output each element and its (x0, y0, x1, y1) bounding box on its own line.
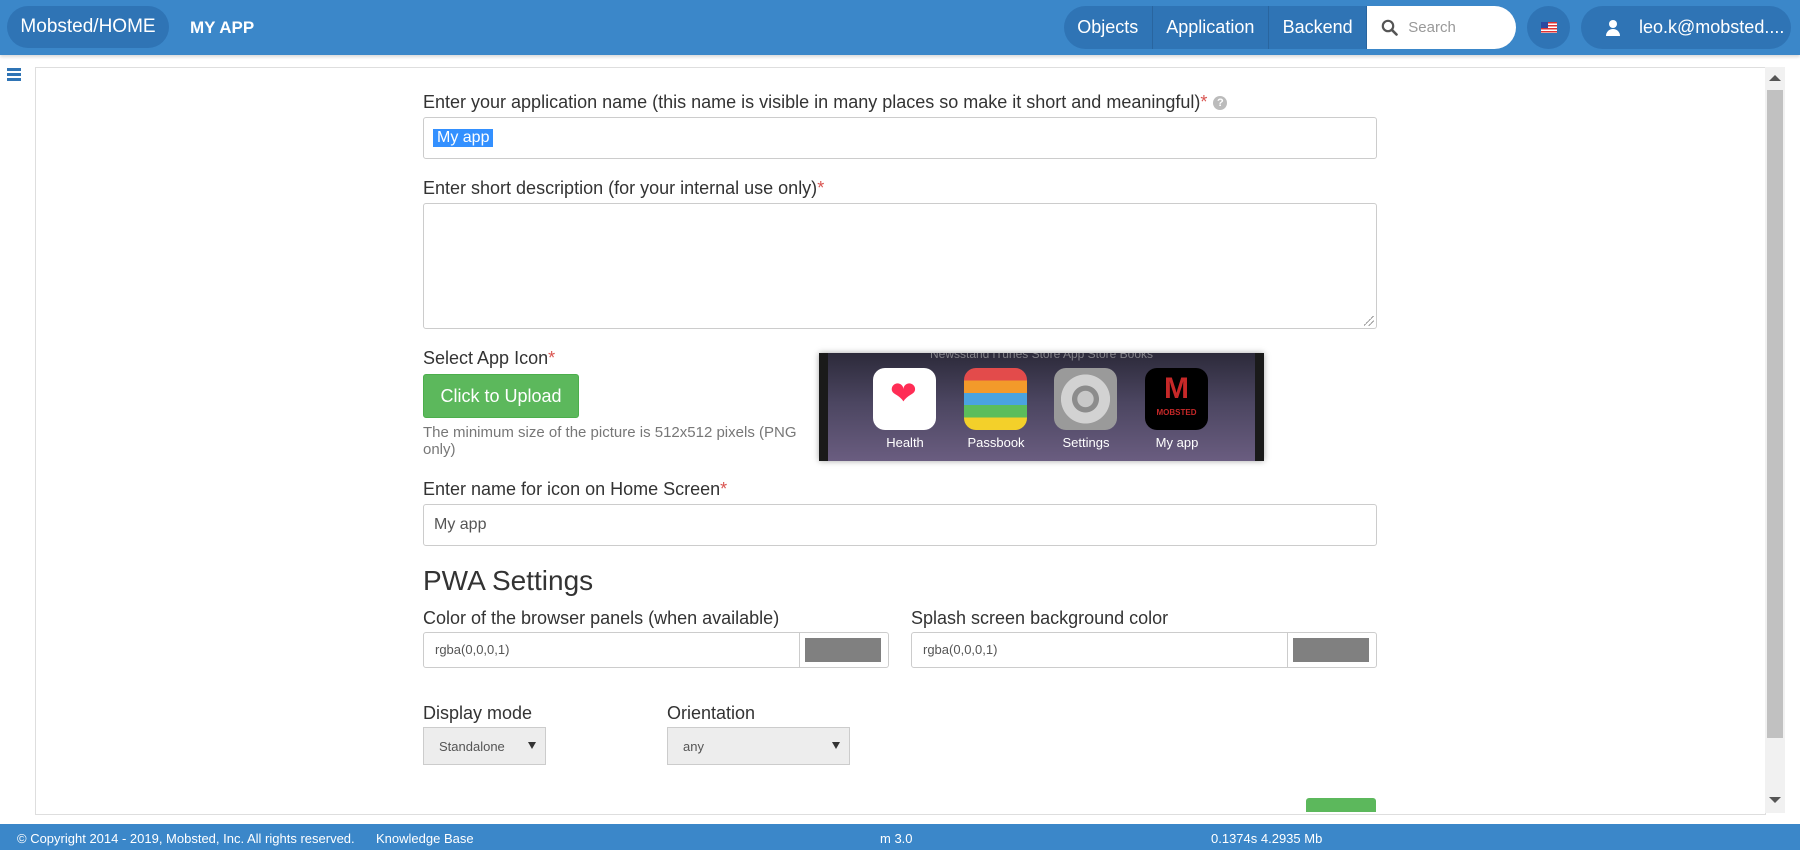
save-button[interactable] (1306, 798, 1376, 812)
dropdown-caret-icon (528, 742, 536, 749)
display-mode-value: Standalone (439, 739, 505, 754)
copyright-text: © Copyright 2014 - 2019, Mobsted, Inc. A… (17, 831, 355, 846)
preview-app-label: My app (1155, 435, 1199, 450)
main-nav: Objects Application Backend Search (1064, 6, 1516, 49)
mobsted-logo-text: MOBSTED (1156, 408, 1197, 417)
footer: © Copyright 2014 - 2019, Mobsted, Inc. A… (0, 824, 1800, 850)
display-mode-label: Display mode (423, 703, 533, 723)
mobsted-logo-icon: M (1164, 372, 1189, 405)
nav-application[interactable]: Application (1153, 6, 1270, 49)
homescreen-name-input[interactable]: My app (423, 504, 1377, 546)
required-mark: * (720, 479, 728, 499)
app-name-value: My app (433, 129, 494, 147)
preview-app-label: Passbook (967, 435, 1025, 450)
panel-color-value: rgba(0,0,0,1) (435, 642, 510, 657)
panel-color-input[interactable]: rgba(0,0,0,1) (423, 632, 889, 668)
scroll-up-arrow-icon[interactable] (1769, 75, 1781, 81)
version-text: m 3.0 (880, 831, 913, 846)
orientation-value: any (683, 739, 704, 754)
app-name-label: Enter your application name (this name i… (423, 92, 1228, 113)
nav-objects[interactable]: Objects (1064, 6, 1153, 49)
orientation-select[interactable]: any (667, 727, 850, 765)
pwa-settings-heading: PWA Settings (423, 565, 594, 596)
language-selector[interactable] (1527, 6, 1570, 49)
splash-color-picker[interactable] (1287, 633, 1376, 667)
search-input[interactable]: Search (1367, 6, 1516, 49)
search-placeholder: Search (1408, 19, 1456, 36)
display-mode-select[interactable]: Standalone (423, 727, 546, 765)
health-app-icon (873, 368, 936, 430)
user-icon (1603, 18, 1623, 38)
splash-color-input[interactable]: rgba(0,0,0,1) (911, 632, 1377, 668)
panel-color-label: Color of the browser panels (when availa… (423, 608, 780, 628)
upload-icon-button[interactable]: Click to Upload (423, 374, 579, 418)
orientation-label: Orientation (667, 703, 756, 723)
icon-size-hint: The minimum size of the picture is 512x5… (423, 424, 797, 458)
user-email: leo.k@mobsted.... (1639, 17, 1785, 37)
app-icon-preview: Newsstand iTunes Store App Store Books H… (819, 353, 1264, 461)
required-mark: * (817, 178, 825, 198)
app-name-input[interactable]: My app (423, 117, 1377, 159)
top-navbar: Mobsted/HOME MY APP Objects Application … (0, 0, 1800, 55)
homescreen-name-label-text: Enter name for icon on Home Screen (423, 479, 721, 499)
home-link[interactable]: Mobsted/HOME (7, 6, 169, 48)
description-label: Enter short description (for your intern… (423, 178, 824, 199)
scroll-down-arrow-icon[interactable] (1769, 797, 1781, 803)
app-icon-label: Select App Icon* (423, 348, 555, 369)
preview-app-label: Settings (1062, 435, 1110, 450)
us-flag-icon (1540, 22, 1557, 33)
passbook-app-icon (964, 368, 1027, 430)
knowledge-base-link[interactable]: Knowledge Base (376, 831, 474, 846)
dropdown-caret-icon (832, 742, 840, 749)
resize-handle-icon[interactable] (1364, 316, 1374, 326)
homescreen-name-value: My app (434, 516, 487, 533)
app-name-label-text: Enter your application name (this name i… (423, 92, 1201, 112)
app-title[interactable]: MY APP (190, 0, 254, 55)
homescreen-name-label: Enter name for icon on Home Screen* (423, 479, 727, 500)
preview-top-labels: Newsstand iTunes Store App Store Books (929, 353, 1153, 361)
app-icon-label-text: Select App Icon (423, 348, 549, 368)
panel-color-picker[interactable] (799, 633, 888, 667)
search-icon (1381, 19, 1399, 36)
splash-color-swatch (1293, 638, 1369, 662)
preview-app-label: Health (886, 435, 924, 450)
panel-color-swatch (805, 638, 881, 662)
nav-backend[interactable]: Backend (1269, 6, 1368, 49)
user-menu[interactable]: leo.k@mobsted.... (1581, 6, 1791, 49)
splash-color-label: Splash screen background color (911, 608, 1169, 628)
vertical-scrollbar[interactable] (1765, 67, 1785, 813)
my-app-icon: M MOBSTED (1145, 368, 1208, 430)
scroll-thumb[interactable] (1767, 90, 1783, 738)
settings-app-icon (1054, 368, 1117, 430)
required-mark: * (1200, 92, 1208, 112)
sidebar-toggle-icon[interactable] (7, 68, 21, 81)
description-textarea[interactable] (423, 203, 1377, 329)
description-label-text: Enter short description (for your intern… (423, 178, 818, 198)
performance-text: 0.1374s 4.2935 Mb (1211, 831, 1323, 846)
splash-color-value: rgba(0,0,0,1) (923, 642, 998, 657)
required-mark: * (548, 348, 556, 368)
help-icon[interactable]: ? (1213, 96, 1228, 111)
